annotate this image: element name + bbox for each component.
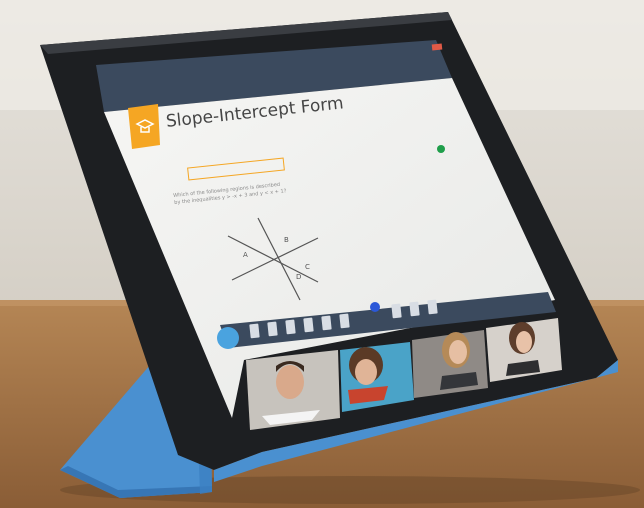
graph-label-b: B (284, 236, 289, 244)
close-icon[interactable] (431, 43, 443, 51)
text-icon[interactable] (339, 313, 350, 329)
green-pointer-dot (437, 145, 445, 153)
clear-icon[interactable] (427, 299, 438, 315)
graph-label-c: C (305, 263, 310, 271)
color-icon[interactable] (370, 302, 380, 312)
graph-label-d: D (296, 273, 302, 281)
redo-icon[interactable] (409, 301, 420, 317)
graph-label-a: A (243, 251, 248, 259)
logo-badge (128, 104, 160, 149)
highlighter-icon[interactable] (267, 321, 278, 337)
line-icon[interactable] (303, 317, 314, 333)
shape-icon[interactable] (321, 315, 332, 331)
pen-icon[interactable] (249, 323, 260, 339)
pen-tool-active[interactable] (217, 327, 239, 349)
eraser-icon[interactable] (285, 319, 296, 335)
undo-icon[interactable] (391, 303, 402, 319)
photo-scene (0, 0, 644, 508)
